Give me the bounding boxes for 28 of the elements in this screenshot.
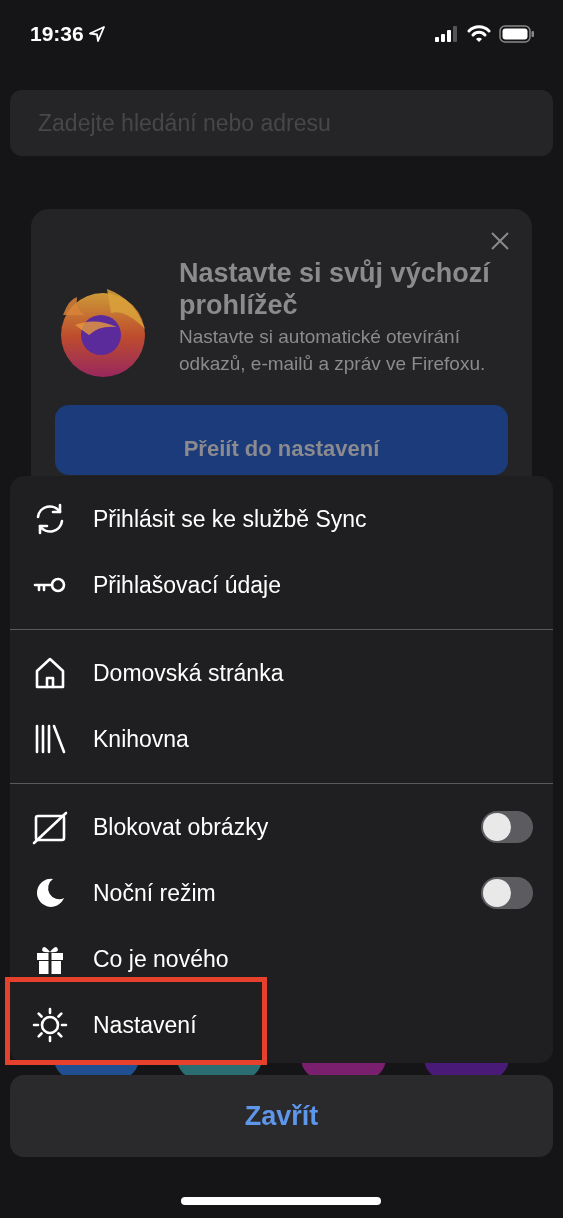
close-button[interactable]: Zavřít [10,1075,553,1157]
signal-icon [435,26,459,42]
sun-icon [31,1006,69,1044]
menu-item-label: Nastavení [93,1011,198,1039]
menu-item-label: Co je nového [93,945,230,973]
toggle-switch[interactable] [481,877,533,909]
menu-item-label: Knihovna [93,725,190,753]
clock-time: 19:36 [30,22,84,46]
promo-title: Nastavte si svůj výchozí prohlížeč [179,257,492,321]
location-arrow-icon [88,26,105,42]
menu-item-label: Blokovat obrázky [93,813,270,841]
battery-icon [499,25,535,43]
menu-item-label: Domovská stránka [93,659,285,687]
menu-item[interactable]: Knihovna [10,706,553,772]
menu-item-label: Noční režim [93,879,217,907]
menu-item[interactable]: Nastavení [10,992,553,1058]
menu-item[interactable]: Co je nového [10,926,553,992]
wifi-icon [467,25,491,43]
toggle-switch[interactable] [481,811,533,843]
menu-item-label: Přihlašovací údaje [93,571,282,599]
menu-item-label: Přihlásit se ke službě Sync [93,505,368,533]
menu-item[interactable]: Přihlašovací údaje [10,552,553,618]
promo-text: Nastavte si automatické otevírání odkazů, e-mailů a zpráv ve Firefoxu. [179,325,487,376]
menu-item[interactable]: Přihlásit se ke službě Sync [10,486,553,552]
menu-item[interactable]: Noční režim [10,860,553,926]
menu-item[interactable]: Blokovat obrázky [10,794,553,860]
menu-item[interactable]: Domovská stránka [10,640,553,706]
close-icon[interactable] [490,231,510,251]
